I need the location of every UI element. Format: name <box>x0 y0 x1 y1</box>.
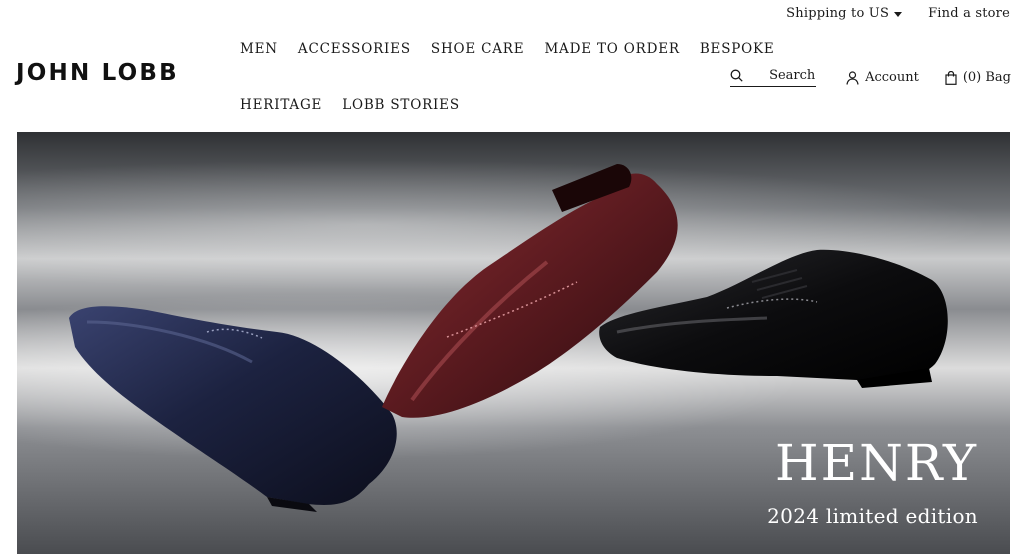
find-store-link[interactable]: Find a store <box>928 6 1010 21</box>
search-icon <box>730 69 743 82</box>
utility-bar: Search Account (0) Bag <box>730 68 1011 87</box>
burgundy-shoe <box>382 164 678 418</box>
top-bar: Shipping to US Find a store <box>786 6 1010 21</box>
shipping-label: Shipping to US <box>786 6 890 21</box>
bag-label: (0) Bag <box>962 70 1011 85</box>
nav-item-shoe-care[interactable]: SHOE CARE <box>431 41 525 97</box>
hero-subtitle: 2024 limited edition <box>767 504 978 528</box>
caret-down-icon <box>894 11 903 17</box>
navy-shoe <box>69 306 397 512</box>
nav-item-accessories[interactable]: ACCESSORIES <box>298 41 411 97</box>
hero-banner[interactable]: HENRY 2024 limited edition <box>17 132 1010 554</box>
search-label: Search <box>769 68 816 83</box>
brand-logo[interactable]: JOHN LOBB <box>16 60 179 86</box>
nav-row-1: MEN ACCESSORIES SHOE CARE MADE TO ORDER … <box>240 41 774 97</box>
search-field[interactable]: Search <box>730 68 817 87</box>
hero-title: HENRY <box>775 434 978 492</box>
user-icon <box>846 70 859 85</box>
nav-item-men[interactable]: MEN <box>240 41 278 97</box>
bag-icon <box>945 70 957 85</box>
account-link[interactable]: Account <box>846 70 919 85</box>
nav-item-made-to-order[interactable]: MADE TO ORDER <box>544 41 679 97</box>
account-label: Account <box>865 70 919 85</box>
shipping-selector[interactable]: Shipping to US <box>786 6 903 21</box>
bag-link[interactable]: (0) Bag <box>945 70 1011 85</box>
